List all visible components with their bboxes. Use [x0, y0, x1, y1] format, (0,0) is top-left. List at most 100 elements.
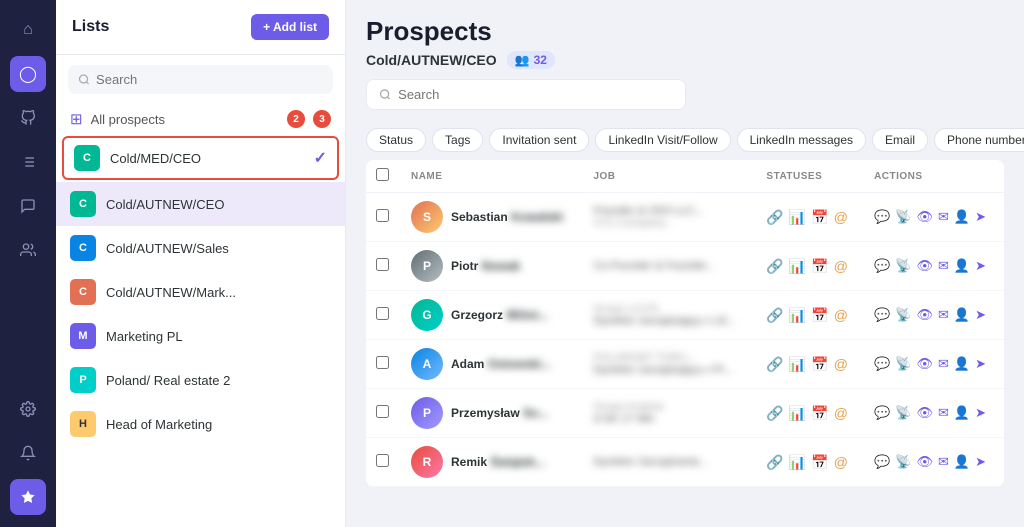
list-badge-c2: C	[70, 191, 96, 217]
row-3-job: Grupa LCLPL Dyrektor zarządzający v LE..…	[583, 291, 756, 340]
subtitle-text: Cold/AUTNEW/CEO	[366, 52, 497, 68]
main-search-input[interactable]	[398, 87, 673, 102]
row-1-name: S Sebastian Kowalski	[401, 193, 583, 242]
row-4-actions: 💬 📡 👁 ✉ 👤 ➤	[864, 340, 1004, 389]
list-item-name-3: Cold/AUTNEW/Sales	[106, 241, 331, 256]
checkmark-icon: ✓	[314, 148, 327, 168]
row-4-name: A Adam Ostowski...	[401, 340, 583, 389]
row-6-statuses: 🔗 📊 📅 @	[756, 438, 864, 487]
sidebar-header: Lists + Add list	[56, 0, 345, 55]
at-icon: @	[834, 258, 848, 274]
page-title: Prospects	[366, 16, 1004, 47]
row-5-name: P Przemysław So...	[401, 389, 583, 438]
message-action-icon[interactable]: 💬	[874, 209, 890, 225]
row-1-statuses: 🔗 📊 📅 @	[756, 193, 864, 242]
avatar-3: G	[411, 299, 443, 331]
list-item-name-5: Marketing PL	[106, 329, 331, 344]
count-icon: 👥	[515, 53, 530, 67]
list-item-cold-autnew-sales[interactable]: C Cold/AUTNEW/Sales	[56, 226, 345, 270]
list-badge-h: H	[70, 411, 96, 437]
all-prospects-label: All prospects	[91, 112, 165, 127]
count-badge: 👥 32	[507, 51, 555, 69]
row-3-statuses: 🔗 📊 📅 @	[756, 291, 864, 340]
user-action-icon[interactable]: 👤	[954, 209, 970, 225]
add-list-button[interactable]: + Add list	[251, 14, 329, 40]
list-icon[interactable]	[10, 144, 46, 180]
list-item-cold-autnew-mark[interactable]: C Cold/AUTNEW/Mark...	[56, 270, 345, 314]
row-2-checkbox[interactable]	[376, 258, 389, 271]
home-icon[interactable]: ⌂	[10, 12, 46, 48]
row-6-checkbox[interactable]	[376, 454, 389, 467]
row-2-actions: 💬 📡 👁 ✉ 👤 ➤	[864, 242, 1004, 291]
list-item-name-6: Poland/ Real estate 2	[106, 373, 331, 388]
row-4-checkbox[interactable]	[376, 356, 389, 369]
list-item-marketing-pl[interactable]: M Marketing PL	[56, 314, 345, 358]
col-job: JOB	[583, 160, 756, 193]
row-5-statuses: 🔗 📊 📅 @	[756, 389, 864, 438]
row-checkbox-1	[366, 193, 401, 242]
row-3-name: G Grzegorz Wiśni...	[401, 291, 583, 340]
crown-icon[interactable]	[10, 479, 46, 515]
list-item-cold-med-ceo[interactable]: C Cold/MED/CEO ✓	[62, 136, 339, 180]
col-name: NAME	[401, 160, 583, 193]
filter-tags[interactable]: Tags	[432, 128, 483, 152]
sidebar-search-box	[68, 65, 333, 94]
filter-linkedin-visit[interactable]: LinkedIn Visit/Follow	[595, 128, 730, 152]
list-item-cold-autnew-ceo[interactable]: C Cold/AUTNEW/CEO	[56, 182, 345, 226]
all-prospects-row[interactable]: ⊞ All prospects 2 3	[56, 104, 345, 134]
row-3-checkbox[interactable]	[376, 307, 389, 320]
main-search-box	[366, 79, 686, 110]
row-2-statuses: 🔗 📊 📅 @	[756, 242, 864, 291]
rss-action-icon[interactable]: 📡	[895, 209, 911, 225]
rocket-icon[interactable]	[10, 100, 46, 136]
filter-invitation-sent[interactable]: Invitation sent	[489, 128, 589, 152]
badge-2: 2	[287, 110, 305, 128]
list-item-poland-real-estate[interactable]: P Poland/ Real estate 2	[56, 358, 345, 402]
stats-icon: 📊	[789, 209, 806, 226]
row-1-checkbox[interactable]	[376, 209, 389, 222]
list-badge-m: M	[70, 323, 96, 349]
main-content: Prospects Cold/AUTNEW/CEO 👥 32 Status Ta…	[346, 0, 1024, 527]
users-icon[interactable]: ◯	[10, 56, 46, 92]
table-row: R Remik Świątek... Dyrektor Zarządzania.…	[366, 438, 1004, 487]
calendar-icon: 📅	[811, 209, 828, 226]
table-row: S Sebastian Kowalski Founder & CEO LLC..…	[366, 193, 1004, 242]
network-icon[interactable]	[10, 232, 46, 268]
list-badge-c4: C	[70, 279, 96, 305]
list-item-name-4: Cold/AUTNEW/Mark...	[106, 285, 331, 300]
eye-action-icon[interactable]: 👁	[916, 209, 933, 225]
stats-icon: 📊	[789, 258, 806, 275]
filter-phone[interactable]: Phone number	[934, 128, 1024, 152]
row-1-actions: 💬 📡 👁 ✉ 👤 ➤	[864, 193, 1004, 242]
count-value: 32	[534, 53, 547, 67]
nav-bar: ⌂ ◯	[0, 0, 56, 527]
filter-email[interactable]: Email	[872, 128, 928, 152]
mail-action-icon[interactable]: ✉	[938, 209, 949, 225]
list-item-head-of-marketing[interactable]: H Head of Marketing	[56, 402, 345, 446]
select-all-checkbox[interactable]	[376, 168, 389, 181]
badge-3: 3	[313, 110, 331, 128]
row-6-job: Dyrektor Zarządzania...	[583, 438, 756, 487]
filter-status[interactable]: Status	[366, 128, 426, 152]
bell-icon[interactable]	[10, 435, 46, 471]
row-5-checkbox[interactable]	[376, 405, 389, 418]
filter-linkedin-messages[interactable]: LinkedIn messages	[737, 128, 866, 152]
list-item-name: Cold/MED/CEO	[110, 151, 304, 166]
calendar-icon: 📅	[811, 258, 828, 275]
sidebar-search-input[interactable]	[96, 72, 323, 87]
row-6-actions: 💬 📡 👁 ✉ 👤 ➤	[864, 438, 1004, 487]
row-4-job: POLARGBT TORU... Dyrektor zarządzający v…	[583, 340, 756, 389]
col-checkbox	[366, 160, 401, 193]
list-badge-p: P	[70, 367, 96, 393]
gear-icon[interactable]	[10, 391, 46, 427]
row-1-job: Founder & CEO LLC... XYZ Company...	[583, 193, 756, 242]
list-items: C Cold/MED/CEO ✓ C Cold/AUTNEW/CEO C Col…	[56, 134, 345, 527]
send-action-icon[interactable]: ➤	[975, 209, 986, 225]
sidebar-title: Lists	[72, 18, 109, 36]
link-icon: 🔗	[766, 209, 783, 226]
chat-icon[interactable]	[10, 188, 46, 224]
filter-pills: Status Tags Invitation sent LinkedIn Vis…	[346, 128, 1024, 160]
main-header: Prospects Cold/AUTNEW/CEO 👥 32	[346, 0, 1024, 128]
avatar-6: R	[411, 446, 443, 478]
table-row: P Piotr Nowak Co-Founder & Founder... 🔗 …	[366, 242, 1004, 291]
